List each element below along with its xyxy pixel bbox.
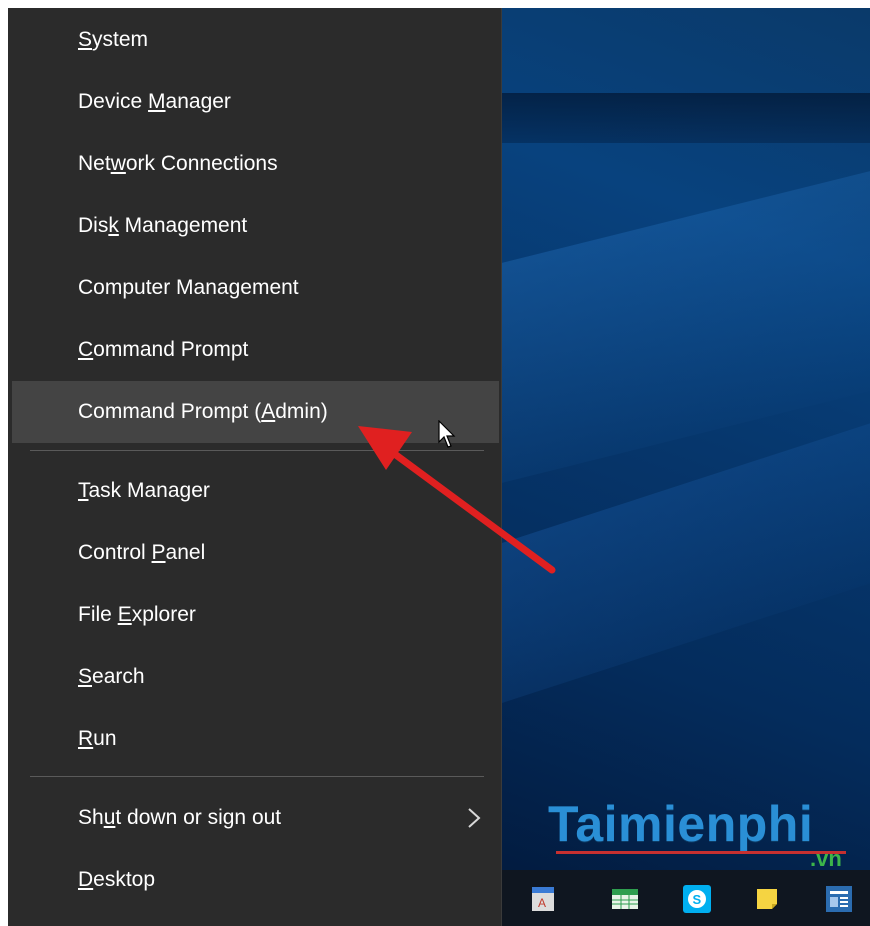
- skype-icon[interactable]: S: [682, 884, 712, 914]
- svg-text:S: S: [693, 892, 702, 907]
- sticky-notes-icon[interactable]: [752, 884, 782, 914]
- mouse-cursor-icon: [438, 420, 456, 448]
- svg-text:A: A: [538, 896, 546, 910]
- watermark-underline: [556, 851, 846, 854]
- watermark-domain: .vn: [810, 846, 842, 871]
- red-arrow-annotation-icon: [358, 426, 556, 574]
- watermark-title: Taimienphi: [548, 796, 814, 852]
- spreadsheet-app-icon[interactable]: [610, 884, 640, 914]
- news-app-icon[interactable]: [824, 884, 854, 914]
- watermark-logo: Taimienphi .vn: [548, 796, 868, 876]
- screen: System Device Manager Network Connection…: [8, 8, 870, 926]
- document-app-icon[interactable]: A: [528, 884, 558, 914]
- taskbar: A S: [502, 870, 870, 926]
